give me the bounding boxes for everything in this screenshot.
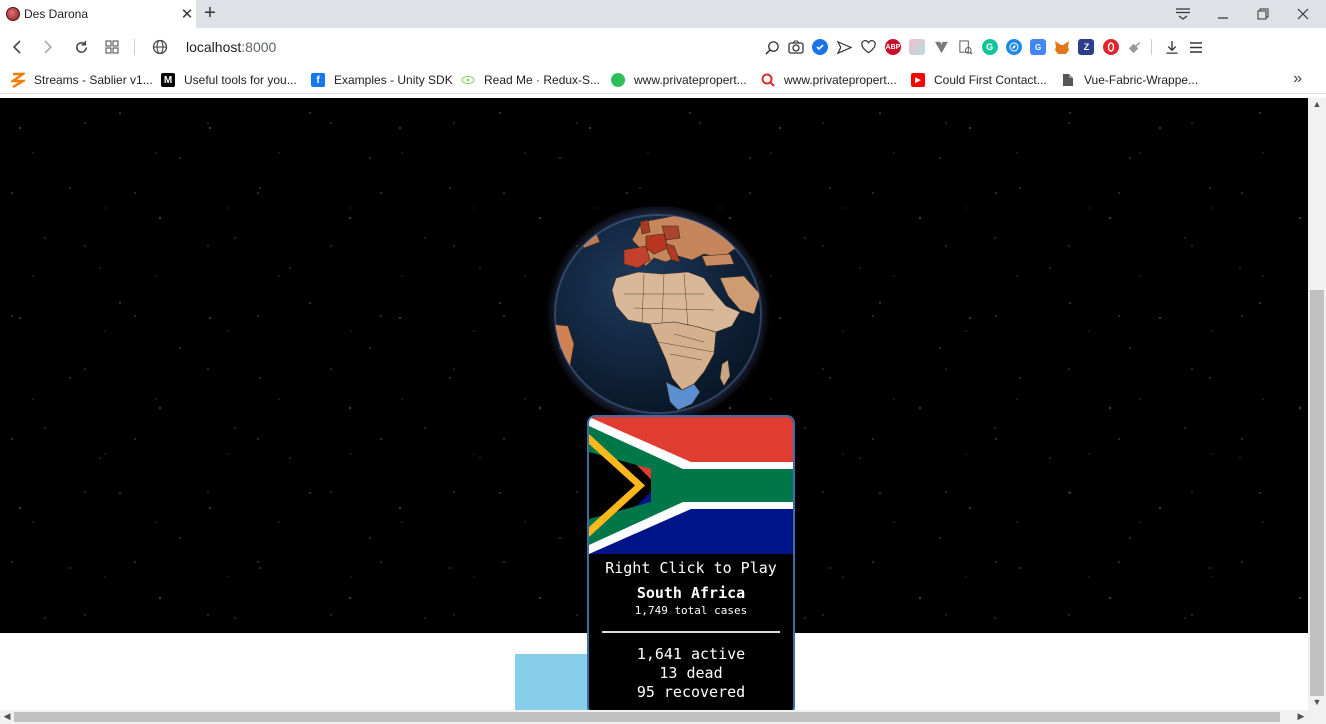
country-uk[interactable] [639, 219, 651, 235]
metamask-fox-icon[interactable] [1054, 39, 1070, 55]
redux-saga-icon [461, 73, 475, 87]
vertical-scrollbar-thumb[interactable] [1310, 290, 1324, 696]
download-icon[interactable] [1164, 39, 1180, 55]
tooltip-action-hint: Right Click to Play [605, 559, 777, 577]
bookmark-label: www.privatepropert... [784, 73, 897, 87]
shield-check-icon[interactable] [812, 39, 829, 55]
opera-vpn-icon[interactable] [1102, 39, 1119, 55]
scroll-left-arrow[interactable]: ◀ [0, 711, 14, 722]
bookmark-2[interactable]: f Examples - Unity SDK [311, 72, 453, 88]
url-field[interactable]: localhost:8000 [186, 39, 276, 55]
send-icon[interactable] [837, 39, 853, 55]
search-doc-icon[interactable] [958, 39, 974, 55]
globe-3d[interactable] [546, 206, 770, 422]
bookmark-7[interactable]: Vue-Fabric-Wrappe... [1061, 72, 1198, 88]
tooltip-recovered: 95 recovered [636, 683, 746, 701]
control-panel-block[interactable] [515, 654, 595, 710]
tooltip-total-cases: 1,749 total cases [634, 604, 748, 617]
bookmark-label: Streams - Sablier v1... [34, 73, 153, 87]
adblock-plus-icon[interactable]: ABP [884, 39, 901, 55]
bookmark-0[interactable]: Streams - Sablier v1... [11, 72, 153, 88]
medium-icon: M [161, 73, 175, 87]
menu-icon[interactable] [1188, 39, 1204, 55]
bookmark-label: Vue-Fabric-Wrappe... [1084, 73, 1199, 87]
tooltip-active-cases: 1,641 active [636, 645, 746, 663]
scroll-up-arrow[interactable]: ▲ [1310, 99, 1324, 109]
globe-map [554, 214, 762, 414]
private-property-search-icon [761, 73, 775, 87]
private-property-icon [611, 73, 625, 87]
vuetify-icon[interactable] [933, 39, 949, 55]
south-africa-flag [589, 417, 793, 554]
tiles-icon[interactable] [101, 36, 123, 58]
puzzle-icon[interactable] [1127, 39, 1143, 55]
cube-icon[interactable] [909, 39, 926, 55]
bookmark-label: Useful tools for you... [184, 73, 297, 87]
new-tab-button[interactable]: + [200, 2, 220, 24]
heart-icon[interactable] [861, 39, 877, 55]
zotero-icon[interactable]: Z [1078, 39, 1095, 55]
youtube-icon: ▶ [911, 73, 925, 87]
bookmark-label: Could First Contact... [934, 73, 1047, 87]
bookmark-4[interactable]: www.privatepropert... [611, 72, 747, 88]
grammarly-icon[interactable]: G [981, 39, 998, 55]
bookmark-label: Examples - Unity SDK [334, 73, 453, 87]
site-info-globe-icon[interactable] [149, 36, 171, 58]
tooltip-divider [602, 631, 780, 633]
bookmark-label: Read Me · Redux-S... [484, 73, 601, 87]
tab-strip: Des Darona ✕ + [0, 0, 1326, 28]
extension-toolbar: ABP G G Z [764, 36, 1212, 58]
sablier-icon [11, 72, 25, 88]
minimize-button[interactable] [1203, 0, 1243, 28]
compass-icon[interactable] [1005, 39, 1022, 55]
scroll-down-arrow[interactable]: ▼ [1310, 697, 1324, 707]
facebook-icon: f [311, 73, 325, 87]
document-icon [1061, 73, 1075, 87]
browser-tab[interactable]: Des Darona ✕ [0, 0, 196, 28]
tab-title: Des Darona [24, 7, 89, 21]
forward-button[interactable] [37, 36, 59, 58]
bookmark-3[interactable]: Read Me · Redux-S... [461, 72, 600, 88]
tooltip-deaths: 13 dead [659, 664, 723, 682]
restore-button[interactable] [1243, 0, 1283, 28]
bookmarks-bar: Streams - Sablier v1... M Useful tools f… [0, 66, 1326, 94]
horizontal-scrollbar-thumb[interactable] [14, 712, 1280, 722]
url-port: :8000 [241, 39, 277, 55]
bookmark-6[interactable]: ▶ Could First Contact... [911, 72, 1047, 88]
bookmark-label: www.privatepropert... [634, 73, 747, 87]
camera-icon[interactable] [788, 39, 804, 55]
close-window-button[interactable] [1283, 0, 1323, 28]
tooltip-country-name: South Africa [636, 584, 746, 602]
bookmark-5[interactable]: www.privatepropert... [761, 72, 897, 88]
bookmark-1[interactable]: M Useful tools for you... [161, 72, 297, 88]
translate-icon[interactable]: G [1030, 39, 1047, 55]
address-bar-row: localhost:8000 ABP G G Z [0, 28, 1326, 66]
zoom-icon[interactable] [764, 39, 780, 55]
scroll-right-arrow[interactable]: ▶ [1294, 711, 1308, 722]
close-tab-icon[interactable]: ✕ [178, 5, 196, 23]
toolbar-divider [1151, 39, 1152, 55]
page-viewport: Right Click to Play South Africa 1,749 t… [0, 98, 1308, 710]
reload-button[interactable] [70, 36, 92, 58]
country-tooltip-card[interactable]: Right Click to Play South Africa 1,749 t… [587, 415, 795, 710]
toolbar-divider [134, 39, 135, 55]
bookmarks-overflow-button[interactable]: » [1293, 70, 1302, 88]
back-button[interactable] [6, 36, 28, 58]
tab-search-icon[interactable] [1163, 0, 1203, 28]
globe-favicon-icon [6, 7, 20, 21]
url-host: localhost [186, 39, 242, 55]
country-turkey[interactable] [701, 253, 735, 267]
